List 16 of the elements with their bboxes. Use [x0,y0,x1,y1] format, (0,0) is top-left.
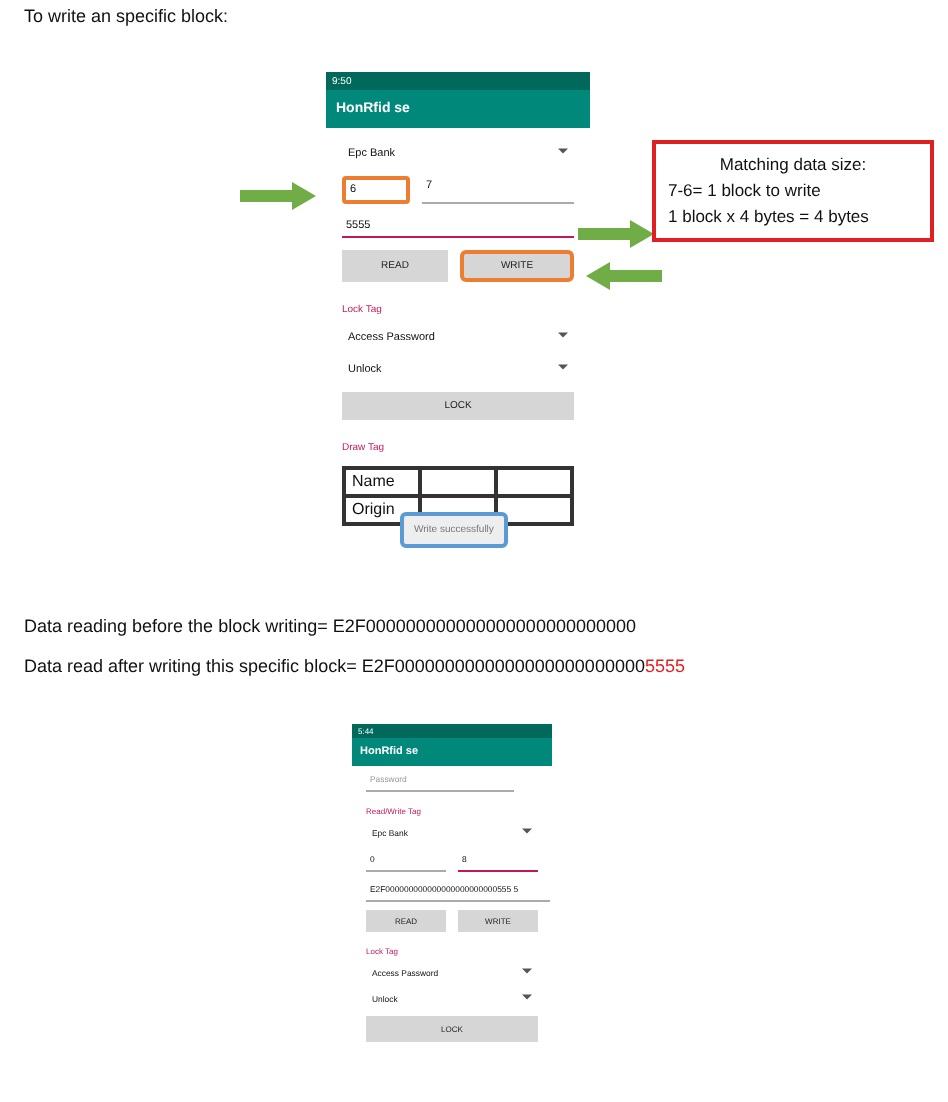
reading-text: Data reading before the block writing= E2F000000000000000000000000000 [24,616,638,636]
dropdown-caret-icon [558,332,568,338]
left-arrow-icon [586,262,662,290]
callout-title: Matching data size: [717,152,869,178]
dropdown-caret-icon [558,148,568,154]
heading: To write an specific block: [22,4,231,26]
callout-line: 7-6= 1 block to write [668,178,823,204]
dropdown-caret-icon [522,994,532,1000]
dropdown-caret-icon [522,968,532,974]
callout-line: 1 block x 4 bytes = 4 bytes [668,204,871,230]
table-cell: Name [344,468,420,496]
dropdown-caret-icon [558,364,568,370]
reading-text: Data read after writing this specific block= E2F00000000000000000000000005555 [24,656,687,676]
right-arrow-icon [240,182,316,210]
dropdown-caret-icon [522,828,532,834]
right-arrow-icon [578,220,654,248]
